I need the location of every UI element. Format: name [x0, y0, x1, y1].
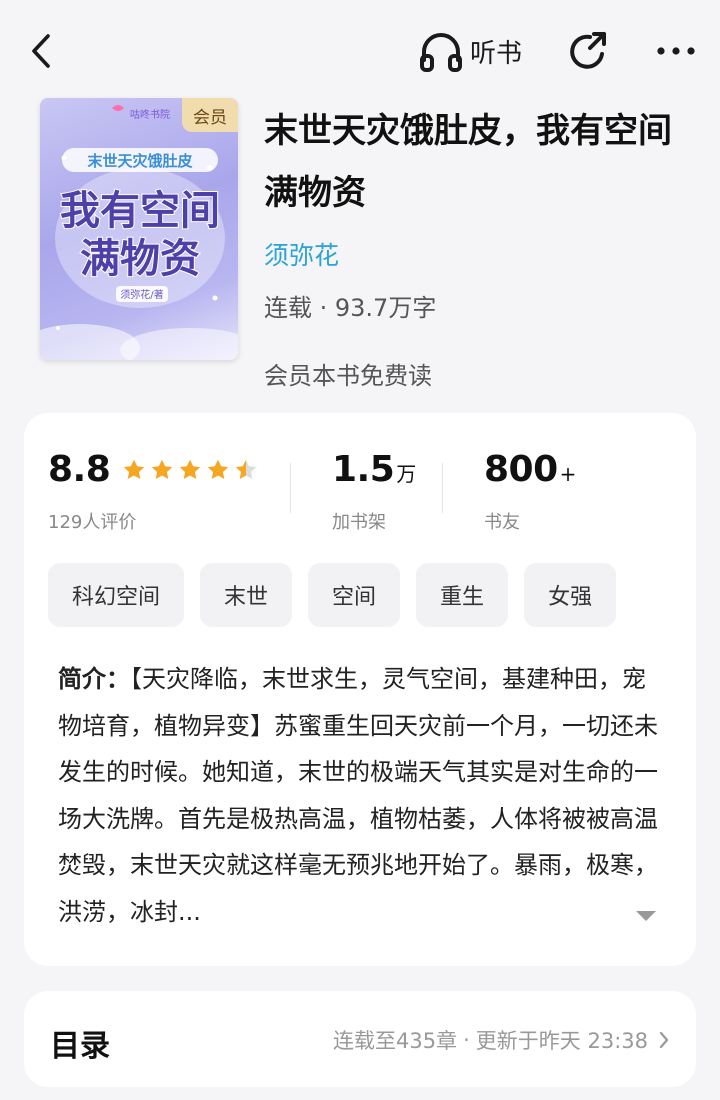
friends-value: 800	[484, 449, 558, 490]
free-read-note: 会员本书免费读	[264, 362, 432, 390]
catalog-chapters: 连载至435章	[333, 1029, 458, 1053]
shelf-stat: 1.5 万 加书架	[332, 449, 416, 534]
tag-chip[interactable]: 空间	[308, 563, 401, 627]
rating-stars	[120, 457, 260, 483]
cover-author-stamp: 须弥花/著	[120, 288, 163, 301]
tags-fade	[640, 563, 696, 627]
more-dots-icon	[657, 47, 695, 55]
star-full-icon	[208, 459, 229, 479]
intro-text: 【天灾降临，末世求生，灵气空间，基建种田，宠物培育，植物异变】苏蜜重生回天灾前一…	[58, 665, 658, 926]
back-button[interactable]	[22, 28, 62, 74]
book-cover[interactable]: 咕咚书院 末世天灾饿肚皮 我有空间 满物资 须弥花/著 会员	[40, 98, 238, 360]
book-intro[interactable]: 简介：【天灾降临，末世求生，灵气空间，基建种田，宠物培育，植物异变】苏蜜重生回天…	[58, 656, 666, 935]
back-arrow-icon	[32, 34, 50, 68]
share-icon	[570, 32, 606, 69]
catalog-card[interactable]: 目录 连载至435章 · 更新于昨天 23:38	[24, 991, 696, 1087]
share-button[interactable]	[566, 28, 612, 74]
rating-count: 129人评价	[48, 512, 137, 533]
stat-divider	[290, 463, 291, 513]
cover-art: 咕咚书院 末世天灾饿肚皮 我有空间 满物资 须弥花/著	[40, 105, 238, 360]
catalog-info: 连载至435章 · 更新于昨天 23:38	[333, 1025, 670, 1055]
star-half-icon	[236, 459, 257, 479]
book-status: 连载 · 93.7万字	[264, 294, 437, 322]
catalog-separator: ·	[463, 1028, 470, 1052]
cover-top-line: 末世天灾饿肚皮	[87, 152, 192, 170]
stat-divider	[442, 463, 443, 513]
tag-chip[interactable]: 女强	[524, 563, 617, 627]
publisher-logo: 咕咚书院	[130, 108, 170, 121]
more-button[interactable]	[654, 34, 698, 68]
catalog-updated: 更新于昨天 23:38	[475, 1029, 648, 1053]
tag-chip[interactable]: 科幻空间	[48, 563, 185, 627]
shelf-unit: 万	[396, 462, 417, 486]
headphones-icon	[420, 33, 462, 72]
expand-intro-button[interactable]	[634, 908, 658, 924]
triangle-down-icon	[636, 911, 656, 921]
catalog-title: 目录	[50, 1029, 110, 1064]
shelf-label: 加书架	[332, 512, 386, 533]
star-full-icon	[180, 459, 201, 479]
book-info-card: 8.8 129人评价 1.5 万 加书架 800 + 书友 科幻空间 末世 空间 重	[24, 413, 696, 966]
tag-chip[interactable]: 重生	[416, 563, 509, 627]
star-full-icon	[124, 459, 145, 479]
chevron-right-icon	[659, 1031, 669, 1049]
tag-chip[interactable]: 末世	[200, 563, 293, 627]
tag-list: 科幻空间 末世 空间 重生 女强	[48, 563, 696, 627]
listen-button[interactable]: 听书	[418, 28, 522, 74]
cover-big-line-1: 我有空间	[60, 188, 220, 234]
vip-badge: 会员	[182, 98, 238, 132]
shelf-value: 1.5	[332, 449, 395, 490]
cover-big-line-2: 满物资	[80, 236, 200, 282]
book-author-link[interactable]: 须弥花	[264, 236, 339, 272]
intro-label: 简介：	[58, 665, 130, 693]
star-full-icon	[152, 459, 173, 479]
rating-value: 8.8	[48, 449, 111, 490]
friends-stat[interactable]: 800 + 书友	[484, 449, 576, 534]
friends-label: 书友	[484, 512, 520, 533]
listen-label: 听书	[470, 38, 523, 69]
book-title: 末世天灾饿肚皮，我有空间满物资	[264, 111, 672, 213]
top-bar: 听书	[0, 0, 720, 100]
friends-unit: +	[559, 462, 577, 486]
rating-stat[interactable]: 8.8 129人评价	[48, 449, 260, 534]
